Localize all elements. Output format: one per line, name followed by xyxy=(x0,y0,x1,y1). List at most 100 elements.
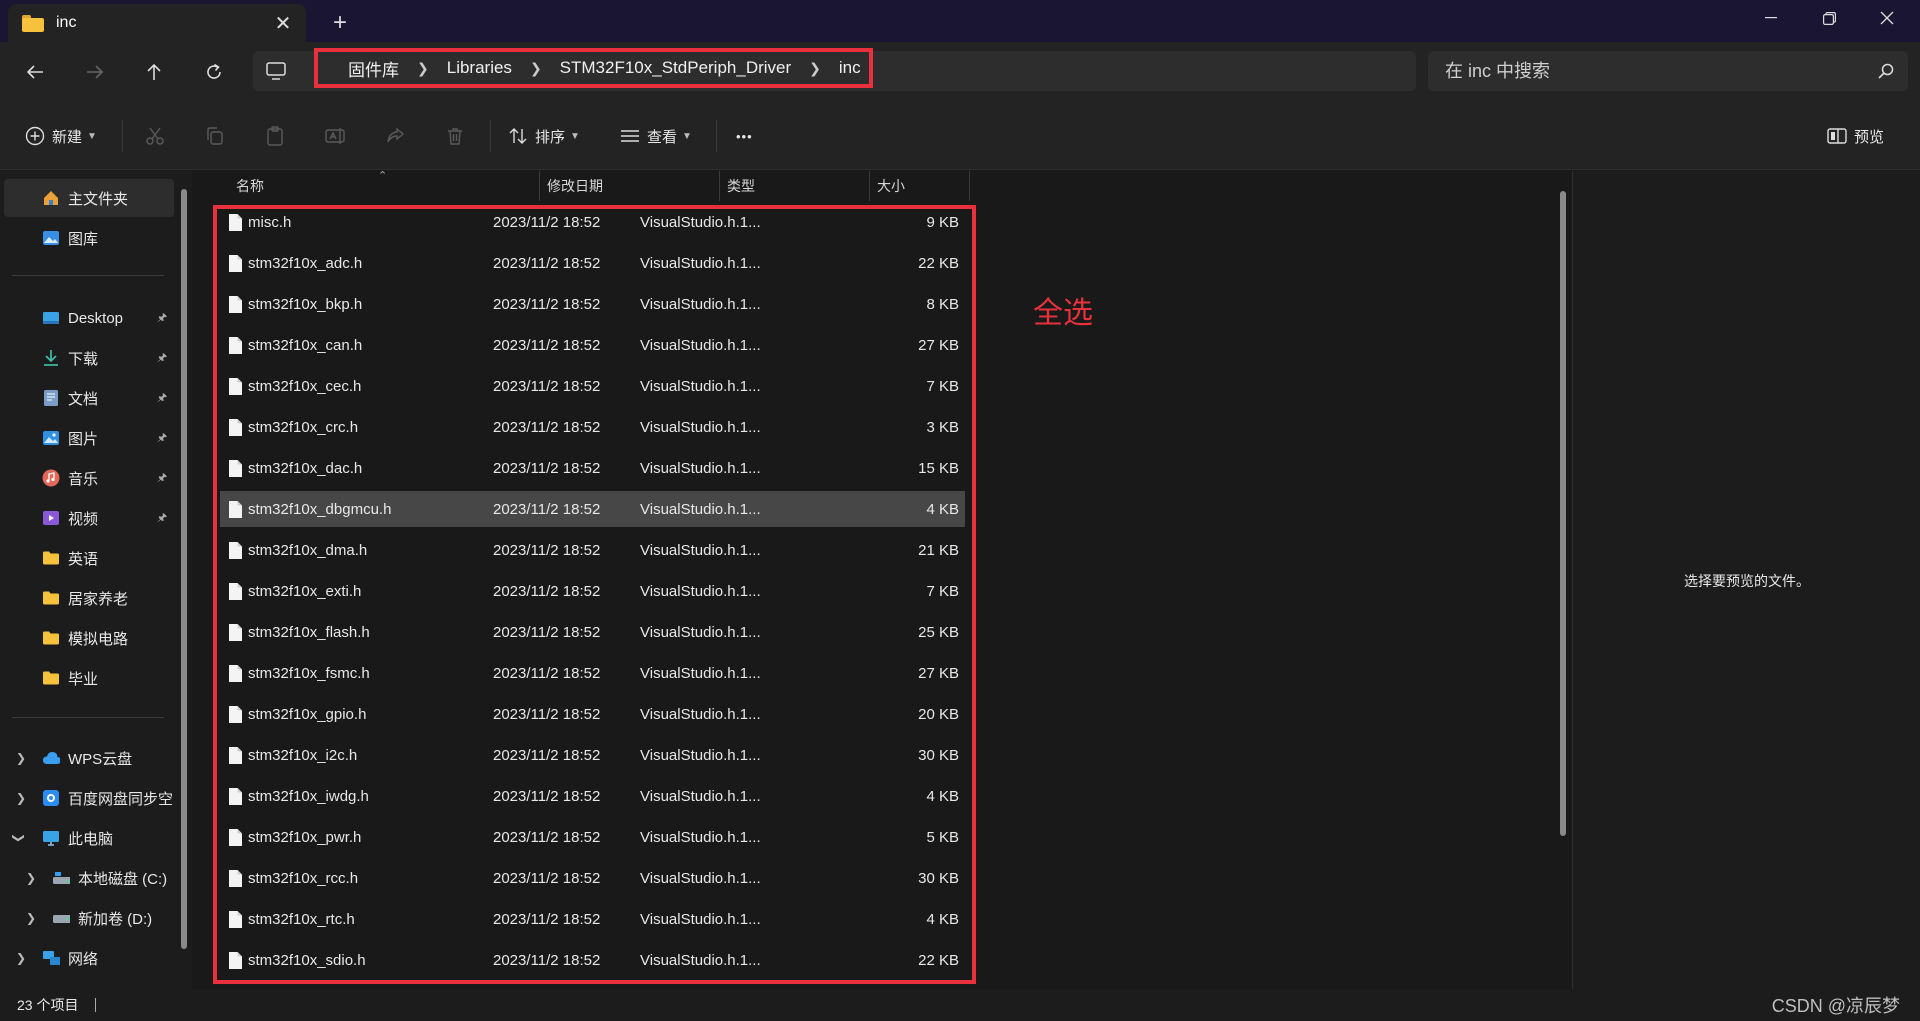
table-row[interactable]: stm32f10x_sdio.h 2023/11/2 18:52 VisualStu… xyxy=(220,942,965,978)
column-divider[interactable] xyxy=(719,171,720,201)
cut-button[interactable] xyxy=(145,117,165,155)
column-header-size[interactable]: 大小 xyxy=(877,171,905,201)
sidebar-item-label: 居家养老 xyxy=(68,590,129,608)
sidebar-item-documents[interactable]: 文档 🖈 xyxy=(0,379,180,417)
chevron-right-icon[interactable]: ❯ xyxy=(16,791,26,805)
chevron-right-icon[interactable]: ❯ xyxy=(26,911,36,925)
close-tab-button[interactable]: ✕ xyxy=(268,8,298,38)
table-row[interactable]: stm32f10x_cec.h 2023/11/2 18:52 VisualStud… xyxy=(220,368,965,404)
column-divider[interactable] xyxy=(869,171,870,201)
videos-icon xyxy=(43,511,59,525)
table-row[interactable]: stm32f10x_adc.h 2023/11/2 18:52 VisualStud… xyxy=(220,245,965,281)
pin-icon[interactable]: 🖈 xyxy=(157,509,167,528)
chevron-right-icon[interactable]: ❯ xyxy=(520,60,552,77)
rename-button[interactable] xyxy=(325,117,347,155)
close-window-button[interactable] xyxy=(1858,0,1916,36)
file-type: VisualStudio.h.1... xyxy=(640,664,761,682)
table-row[interactable]: stm32f10x_gpio.h 2023/11/2 18:52 VisualStu… xyxy=(220,696,965,732)
share-button[interactable] xyxy=(385,117,405,155)
breadcrumb-item[interactable]: inc xyxy=(831,58,869,78)
new-tab-button[interactable]: + xyxy=(322,8,358,38)
new-button[interactable]: 新建 ▼ xyxy=(25,117,97,155)
pin-icon[interactable]: 🖈 xyxy=(157,429,167,448)
sidebar-item-english[interactable]: 英语 xyxy=(0,539,180,577)
paste-button[interactable] xyxy=(265,117,285,155)
file-icon xyxy=(229,705,242,723)
chevron-right-icon[interactable]: ❯ xyxy=(16,751,26,765)
column-divider[interactable] xyxy=(969,171,970,201)
sidebar-item-music[interactable]: 音乐 🖈 xyxy=(0,459,180,497)
chevron-right-icon[interactable]: ❯ xyxy=(799,60,831,77)
sidebar-item-pictures[interactable]: 图片 🖈 xyxy=(0,419,180,457)
column-header-name[interactable]: 名称 xyxy=(236,171,264,201)
restore-button[interactable] xyxy=(1800,0,1858,36)
sidebar-item-analog-circuits[interactable]: 模拟电路 xyxy=(0,619,180,657)
search-box[interactable] xyxy=(1428,51,1908,91)
chevron-down-icon[interactable]: ❯ xyxy=(12,833,26,843)
back-button[interactable] xyxy=(15,52,55,92)
sidebar-item-wps-cloud[interactable]: ❯ WPS云盘 xyxy=(0,739,180,777)
sidebar-item-home[interactable]: 主文件夹 xyxy=(4,179,174,217)
table-row[interactable]: stm32f10x_fsmc.h 2023/11/2 18:52 VisualStu… xyxy=(220,655,965,691)
sidebar-item-videos[interactable]: 视频 🖈 xyxy=(0,499,180,537)
tab-inc[interactable]: inc ✕ xyxy=(8,4,306,42)
toolbar-divider xyxy=(716,120,717,152)
up-button[interactable] xyxy=(134,52,174,92)
more-options-button[interactable]: ••• xyxy=(736,117,753,155)
preview-pane-button[interactable]: 预览 xyxy=(1827,117,1884,155)
column-divider[interactable] xyxy=(539,171,540,201)
sidebar-item-baidu-sync[interactable]: ❯ 百度网盘同步空 xyxy=(0,779,180,817)
table-row[interactable]: stm32f10x_rcc.h 2023/11/2 18:52 VisualStud… xyxy=(220,860,965,896)
sidebar-item-desktop[interactable]: Desktop 🖈 xyxy=(0,299,180,337)
file-icon xyxy=(229,336,242,354)
table-row[interactable]: stm32f10x_can.h 2023/11/2 18:52 VisualStud… xyxy=(220,327,965,363)
arrow-left-icon xyxy=(26,65,43,79)
table-row[interactable]: stm32f10x_rtc.h 2023/11/2 18:52 VisualStud… xyxy=(220,901,965,937)
pin-icon[interactable]: 🖈 xyxy=(157,309,167,328)
table-row[interactable]: stm32f10x_crc.h 2023/11/2 18:52 VisualStud… xyxy=(220,409,965,445)
sidebar-item-downloads[interactable]: 下载 🖈 xyxy=(0,339,180,377)
table-row[interactable]: stm32f10x_iwdg.h 2023/11/2 18:52 VisualStu… xyxy=(220,778,965,814)
chevron-right-icon[interactable]: ❯ xyxy=(407,60,439,77)
minimize-button[interactable] xyxy=(1742,0,1800,36)
sidebar-item-graduation[interactable]: 毕业 xyxy=(0,659,180,697)
table-row[interactable]: stm32f10x_bkp.h 2023/11/2 18:52 VisualStud… xyxy=(220,286,965,322)
sidebar-item-home-care[interactable]: 居家养老 xyxy=(0,579,180,617)
file-type: VisualStudio.h.1... xyxy=(640,500,761,518)
column-header-modified[interactable]: 修改日期 xyxy=(547,171,603,201)
copy-button[interactable] xyxy=(205,117,225,155)
sidebar-item-this-pc[interactable]: ❯ 此电脑 xyxy=(0,819,180,857)
table-row[interactable]: misc.h 2023/11/2 18:52 VisualStudio.h.1...… xyxy=(220,204,965,240)
table-row[interactable]: stm32f10x_dma.h 2023/11/2 18:52 VisualStud… xyxy=(220,532,965,568)
table-row[interactable]: stm32f10x_i2c.h 2023/11/2 18:52 VisualStud… xyxy=(220,737,965,773)
table-row[interactable]: stm32f10x_dbgmcu.h 2023/11/2 18:52 VisualS… xyxy=(220,491,965,527)
search-input[interactable] xyxy=(1445,60,1845,82)
table-row[interactable]: stm32f10x_flash.h 2023/11/2 18:52 VisualSt… xyxy=(220,614,965,650)
refresh-button[interactable] xyxy=(194,52,234,92)
sidebar-item-drive-c[interactable]: ❯ 本地磁盘 (C:) xyxy=(0,859,180,897)
chevron-right-icon[interactable]: ❯ xyxy=(26,871,36,885)
pin-icon[interactable]: 🖈 xyxy=(157,349,167,368)
folder-icon xyxy=(43,631,59,645)
pin-icon[interactable]: 🖈 xyxy=(157,389,167,408)
forward-button[interactable] xyxy=(75,52,115,92)
breadcrumb-item[interactable]: STM32F10x_StdPeriph_Driver xyxy=(552,58,799,78)
sort-button[interactable]: 排序 ▼ xyxy=(508,117,580,155)
navigation-bar xyxy=(0,42,1920,100)
sidebar-item-drive-d[interactable]: ❯ 新加卷 (D:) xyxy=(0,899,180,937)
table-row[interactable]: stm32f10x_dac.h 2023/11/2 18:52 VisualStud… xyxy=(220,450,965,486)
table-row[interactable]: stm32f10x_exti.h 2023/11/2 18:52 VisualStu… xyxy=(220,573,965,609)
sidebar-item-network[interactable]: ❯ 网络 xyxy=(0,939,180,977)
chevron-right-icon[interactable]: ❯ xyxy=(16,951,26,965)
pin-icon[interactable]: 🖈 xyxy=(157,469,167,488)
delete-button[interactable] xyxy=(445,117,465,155)
sidebar-item-gallery[interactable]: 图库 xyxy=(0,219,180,257)
column-header-type[interactable]: 类型 xyxy=(727,171,755,201)
breadcrumb-item[interactable]: Libraries xyxy=(439,58,520,78)
sidebar-scrollbar[interactable] xyxy=(181,189,187,949)
file-date: 2023/11/2 18:52 xyxy=(493,828,601,846)
file-list-scrollbar[interactable] xyxy=(1560,191,1566,836)
table-row[interactable]: stm32f10x_pwr.h 2023/11/2 18:52 VisualStud… xyxy=(220,819,965,855)
breadcrumb-item[interactable]: 固件库 xyxy=(340,56,407,81)
view-button[interactable]: 查看 ▼ xyxy=(620,117,692,155)
